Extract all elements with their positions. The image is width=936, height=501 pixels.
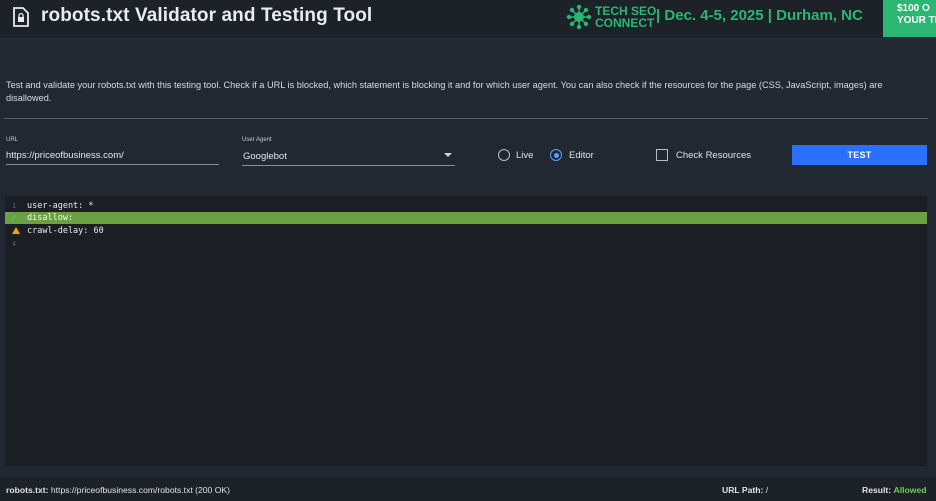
tech-seo-connect-logo-icon[interactable] xyxy=(566,4,592,30)
page-title: robots.txt Validator and Testing Tool xyxy=(41,5,373,26)
chevron-down-icon xyxy=(444,153,452,157)
robots-status: robots.txt: https://priceofbusiness.com/… xyxy=(6,485,230,495)
user-agent-label: User Agent xyxy=(242,137,272,143)
promo-event-text[interactable]: | Dec. 4-5, 2025 | Durham, NC xyxy=(656,7,863,24)
editor-radio[interactable] xyxy=(550,149,562,161)
robots-editor[interactable]: 1 user-agent: * ✓ disallow: crawl-delay:… xyxy=(5,196,927,466)
editor-line[interactable]: crawl-delay: 60 xyxy=(5,225,927,237)
user-agent-select[interactable]: Googlebot xyxy=(242,147,455,166)
editor-radio-label[interactable]: Editor xyxy=(569,150,594,161)
check-resources-checkbox[interactable] xyxy=(656,149,668,161)
status-bar: robots.txt: https://priceofbusiness.com/… xyxy=(0,477,936,501)
live-radio-label[interactable]: Live xyxy=(516,150,533,161)
promo-brand-line2: CONNECT xyxy=(595,16,655,30)
editor-line[interactable]: 4 xyxy=(5,238,927,250)
line-gutter xyxy=(5,225,23,237)
line-number: 1 xyxy=(11,202,17,210)
result-value: Allowed xyxy=(893,485,927,495)
promo-cta-line1: $100 O xyxy=(897,3,930,14)
url-path-status: URL Path: / xyxy=(722,485,768,495)
section-divider xyxy=(4,118,928,119)
live-radio[interactable] xyxy=(498,149,510,161)
line-number: 4 xyxy=(11,240,17,248)
warning-icon xyxy=(12,227,20,234)
promo-cta-line2: YOUR TIC xyxy=(897,15,936,26)
line-gutter: ✓ xyxy=(5,212,23,224)
editor-line-highlighted[interactable]: ✓ disallow: xyxy=(5,212,927,224)
line-code: disallow: xyxy=(27,213,74,223)
url-path-value: / xyxy=(765,485,769,495)
user-agent-value: Googlebot xyxy=(243,151,287,162)
editor-line[interactable]: 1 user-agent: * xyxy=(5,200,927,212)
result-label: Result: xyxy=(862,485,892,495)
line-code: crawl-delay: 60 xyxy=(27,226,104,236)
line-code: user-agent: * xyxy=(27,201,94,211)
promo-ticket-button[interactable]: $100 O YOUR TIC xyxy=(883,0,936,37)
document-lock-icon xyxy=(13,7,29,27)
url-input[interactable] xyxy=(6,147,219,165)
robots-status-label: robots.txt: xyxy=(6,485,49,495)
check-resources-label[interactable]: Check Resources xyxy=(676,150,751,161)
app-header: robots.txt Validator and Testing Tool TE… xyxy=(0,0,936,39)
test-button[interactable]: TEST xyxy=(792,145,927,165)
intro-description: Test and validate your robots.txt with t… xyxy=(6,80,883,103)
promo-brand[interactable]: TECH SEO CONNECT xyxy=(595,5,656,29)
robots-status-value[interactable]: https://priceofbusiness.com/robots.txt (… xyxy=(51,485,230,495)
url-label: URL xyxy=(6,137,19,143)
check-icon: ✓ xyxy=(11,213,17,223)
result-status: Result: Allowed xyxy=(862,485,926,495)
url-path-label: URL Path: xyxy=(722,485,764,495)
